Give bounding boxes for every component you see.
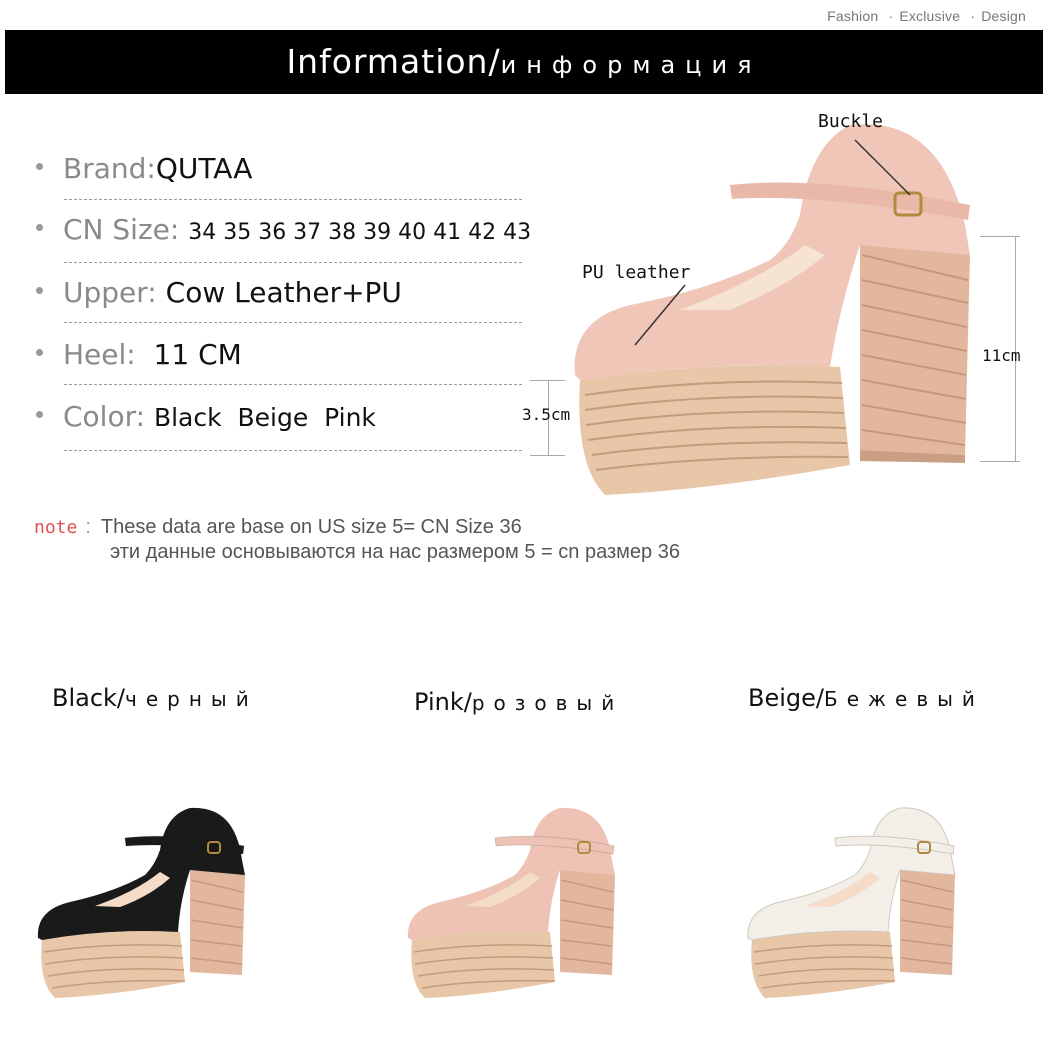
spec-brand-label: Brand: xyxy=(63,152,156,185)
divider xyxy=(64,322,522,323)
spec-heel-label: Heel: xyxy=(63,338,136,371)
variant-label-en: Black/ xyxy=(52,684,126,712)
divider xyxy=(64,262,522,263)
spec-heel: Heel: 11 CM xyxy=(36,338,242,371)
banner-title-ru: информация xyxy=(500,51,762,79)
platform xyxy=(579,365,850,495)
spec-upper-value: Cow Leather+PU xyxy=(165,276,402,309)
divider xyxy=(64,450,522,451)
spec-size-value: 34 35 36 37 38 39 40 41 42 43 xyxy=(188,220,532,245)
banner-title: Information/информация xyxy=(5,30,1043,94)
dimension-tick xyxy=(530,380,565,381)
spec-size-label: CN Size: xyxy=(63,213,180,246)
bullet-icon xyxy=(36,410,43,418)
bullet-icon xyxy=(36,162,43,170)
shoe-pink-image xyxy=(407,807,615,998)
dimension-tick xyxy=(530,455,565,456)
shoe-black-image xyxy=(37,807,246,998)
spec-size: CN Size: 34 35 36 37 38 39 40 41 42 43 xyxy=(36,213,531,246)
callout-buckle: Buckle xyxy=(818,111,884,132)
tagline-word-1: Fashion xyxy=(827,8,879,24)
variant-label-ru: розовый xyxy=(471,691,624,715)
spec-brand: Brand:QUTAA xyxy=(36,152,252,185)
tagline-word-3: Design xyxy=(981,8,1026,24)
spec-brand-value: QUTAA xyxy=(155,152,253,185)
divider xyxy=(64,199,522,200)
variant-label-beige: Beige/Бежевый xyxy=(748,684,984,712)
note-colon: : xyxy=(85,516,91,538)
shoe-main-image xyxy=(574,124,970,495)
spec-upper-label: Upper: xyxy=(63,276,157,309)
dimension-tick xyxy=(980,236,1020,237)
spec-color-value: Black Beige Pink xyxy=(153,403,376,432)
shoe-beige-image xyxy=(747,807,956,998)
spec-color: Color: Black Beige Pink xyxy=(36,400,376,433)
tagline-word-2: Exclusive xyxy=(899,8,961,24)
variant-label-en: Beige/ xyxy=(748,684,824,712)
info-banner: Information/информация xyxy=(5,30,1043,94)
callout-pu-leather: PU leather xyxy=(582,262,691,283)
bullet-icon xyxy=(36,348,43,356)
bullet-icon xyxy=(36,223,43,231)
note-line-2: эти данные основываются на нас размером … xyxy=(110,541,680,563)
variant-label-ru: черный xyxy=(125,687,258,711)
banner-title-en: Information/ xyxy=(286,42,501,81)
divider xyxy=(64,384,522,385)
callout-platform-height: 3.5cm xyxy=(522,405,571,424)
callout-heel-height: 11cm xyxy=(982,346,1021,365)
variant-label-black: Black/черный xyxy=(52,684,258,712)
size-note: note: These data are base on US size 5= C… xyxy=(34,516,522,539)
dimension-tick xyxy=(980,461,1020,462)
spec-heel-value: 11 CM xyxy=(153,338,242,371)
variant-label-ru: Бежевый xyxy=(823,687,984,711)
spec-color-label: Color: xyxy=(63,400,146,433)
variant-label-pink: Pink/розовый xyxy=(414,688,623,716)
spec-upper: Upper: Cow Leather+PU xyxy=(36,276,402,309)
variant-label-en: Pink/ xyxy=(414,688,472,716)
bullet-icon xyxy=(36,286,43,294)
tagline: Fashion · Exclusive · Design xyxy=(827,8,1026,24)
note-label: note xyxy=(34,517,78,538)
note-line-1: These data are base on US size 5= CN Siz… xyxy=(100,516,522,538)
